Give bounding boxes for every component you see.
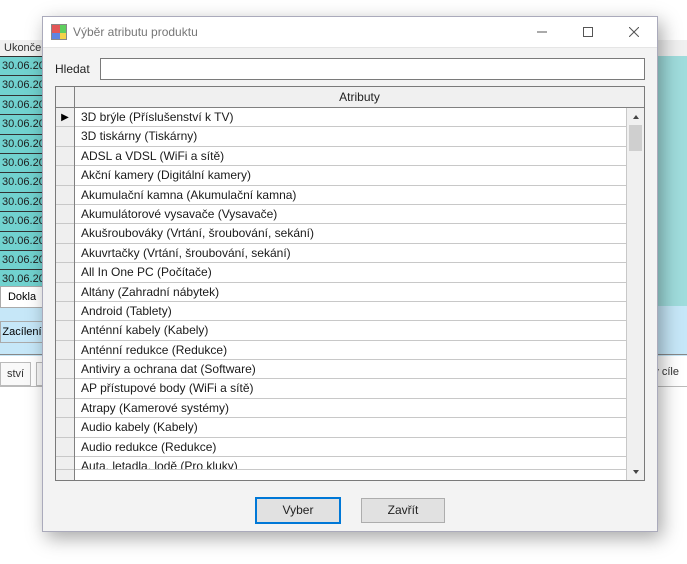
vertical-scrollbar[interactable] [626, 108, 644, 480]
close-icon [629, 27, 639, 37]
minimize-button[interactable] [519, 17, 565, 47]
scroll-down-button[interactable] [627, 463, 644, 480]
bg-date-cell[interactable]: 30.06.20 [0, 192, 42, 211]
maximize-icon [583, 27, 593, 37]
maximize-button[interactable] [565, 17, 611, 47]
dialog-title: Výběr atributu produktu [73, 25, 198, 39]
bg-date-cell[interactable]: 30.06.20 [0, 134, 42, 153]
row-header[interactable] [56, 418, 74, 437]
table-row[interactable]: Akumulátorové vysavače (Vysavače) [75, 205, 626, 224]
scroll-thumb[interactable] [629, 125, 642, 151]
table-row[interactable]: Audio kabely (Kabely) [75, 418, 626, 437]
dialog-button-row: Vyber Zavřít [43, 489, 657, 531]
grid-cells: 3D brýle (Příslušenství k TV)3D tiskárny… [75, 108, 626, 480]
table-row[interactable]: AP přístupové body (WiFi a sítě) [75, 379, 626, 398]
row-header[interactable] [56, 224, 74, 243]
row-header[interactable] [56, 127, 74, 146]
table-row[interactable]: Android (Tablety) [75, 302, 626, 321]
row-header[interactable] [56, 341, 74, 360]
grid-corner [56, 87, 74, 108]
close-dialog-button[interactable]: Zavřít [361, 498, 445, 523]
row-header[interactable] [56, 302, 74, 321]
search-input[interactable] [100, 58, 645, 80]
column-header-label: Atributy [339, 90, 380, 104]
close-button[interactable] [611, 17, 657, 47]
close-dialog-button-label: Zavřít [388, 503, 419, 517]
chevron-down-icon [632, 468, 640, 476]
bg-date-cell[interactable]: 30.06.20 [0, 75, 42, 94]
row-header[interactable] [56, 263, 74, 282]
bg-toolbar-label: Ukončer [4, 42, 45, 54]
bg-date-cell[interactable]: 30.06.20 [0, 56, 42, 75]
row-header[interactable] [56, 283, 74, 302]
table-row[interactable]: Atrapy (Kamerové systémy) [75, 399, 626, 418]
table-row[interactable]: Akušroubováky (Vrtání, šroubování, sekán… [75, 224, 626, 243]
chevron-up-icon [632, 113, 640, 121]
table-row[interactable]: Akční kamery (Digitální kamery) [75, 166, 626, 185]
row-header[interactable] [56, 379, 74, 398]
bg-date-cell[interactable]: 30.06.20 [0, 250, 42, 269]
row-header-column: ▶ [56, 87, 75, 480]
app-icon [51, 24, 67, 40]
scroll-track[interactable] [627, 125, 644, 463]
row-header[interactable] [56, 360, 74, 379]
bg-tab-dokla[interactable]: Dokla [0, 286, 44, 308]
bg-date-cell[interactable]: 30.06.20 [0, 211, 42, 230]
column-header-atributy[interactable]: Atributy [75, 87, 644, 108]
table-row[interactable]: Akumulační kamna (Akumulační kamna) [75, 186, 626, 205]
search-row: Hledat [43, 48, 657, 86]
search-label: Hledat [55, 62, 90, 76]
bg-date-column: 30.06.2030.06.2030.06.2030.06.2030.06.20… [0, 56, 42, 289]
row-header[interactable] [56, 147, 74, 166]
table-row[interactable]: Anténní redukce (Redukce) [75, 341, 626, 360]
select-button-label: Vyber [283, 503, 314, 517]
table-row[interactable]: Audio redukce (Redukce) [75, 438, 626, 457]
table-row[interactable]: Akuvrtačky (Vrtání, šroubování, sekání) [75, 244, 626, 263]
row-header[interactable] [56, 244, 74, 263]
bg-date-cell[interactable]: 30.06.20 [0, 231, 42, 250]
row-header[interactable] [56, 166, 74, 185]
bg-date-cell[interactable]: 30.06.20 [0, 153, 42, 172]
table-row[interactable]: 3D brýle (Příslušenství k TV) [75, 108, 626, 127]
table-row[interactable]: Anténní kabely (Kabely) [75, 321, 626, 340]
table-row[interactable]: Auta, letadla, lodě (Pro kluky) [75, 457, 626, 470]
bg-tab-zacileni-label: Zacílení [2, 326, 41, 338]
table-row[interactable]: ADSL a VDSL (WiFi a sítě) [75, 147, 626, 166]
bg-tab-dokla-label: Dokla [8, 291, 36, 303]
minimize-icon [537, 27, 547, 37]
row-header[interactable] [56, 186, 74, 205]
attribute-grid: ▶ Atributy 3D brýle (Příslušenství k TV)… [55, 86, 645, 481]
attribute-picker-dialog: Výběr atributu produktu Hledat ▶ Atribut… [42, 16, 658, 532]
row-header[interactable] [56, 205, 74, 224]
bg-tab-zacileni[interactable]: Zacílení [0, 321, 44, 343]
table-row[interactable]: Altány (Zahradní nábytek) [75, 283, 626, 302]
bg-date-cell[interactable]: 30.06.20 [0, 114, 42, 133]
titlebar[interactable]: Výběr atributu produktu [43, 17, 657, 48]
row-header[interactable] [56, 399, 74, 418]
row-header[interactable] [56, 321, 74, 340]
bg-date-cell[interactable]: 30.06.20 [0, 95, 42, 114]
table-row[interactable]: All In One PC (Počítače) [75, 263, 626, 282]
table-row[interactable]: Antiviry a ochrana dat (Software) [75, 360, 626, 379]
row-header[interactable] [56, 438, 74, 457]
row-header[interactable] [56, 457, 74, 470]
bg-lower-tab-1[interactable]: ství [0, 362, 31, 386]
bg-date-cell[interactable]: 30.06.20 [0, 172, 42, 191]
scroll-up-button[interactable] [627, 108, 644, 125]
row-header[interactable]: ▶ [56, 108, 74, 127]
select-button[interactable]: Vyber [255, 497, 341, 524]
table-row[interactable]: 3D tiskárny (Tiskárny) [75, 127, 626, 146]
